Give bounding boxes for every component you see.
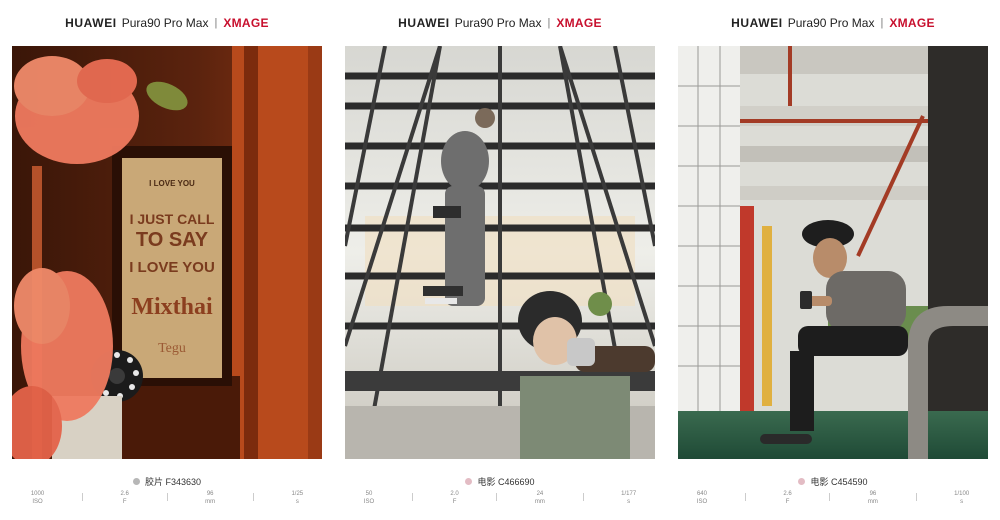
photo-corridor-smoker[interactable] xyxy=(678,46,988,459)
spec-divider xyxy=(829,493,831,501)
spec-unit: ISO xyxy=(32,499,43,505)
model-name: Pura90 Pro Max xyxy=(787,16,875,30)
spec-divider xyxy=(744,493,746,501)
spec-aperture: 2.6 F xyxy=(783,490,791,506)
style-label: 胶片 F343630 xyxy=(144,476,202,487)
model-name: Pura90 Pro Max xyxy=(121,16,209,30)
brand-name: HUAWEI xyxy=(398,16,450,30)
style-caption: 胶片 F343630 xyxy=(12,474,322,488)
spec-aperture: 2.0 F xyxy=(450,490,458,506)
sign-text: Mixthai xyxy=(131,294,213,320)
style-dot-icon xyxy=(465,477,473,485)
spec-value: 96 xyxy=(869,491,877,497)
spec-value: 50 xyxy=(365,491,373,497)
spec-value: 2.0 xyxy=(450,491,459,497)
spec-focal: 96 mm xyxy=(205,490,215,506)
spec-divider xyxy=(81,493,83,501)
photo-stair-climb[interactable] xyxy=(345,46,655,459)
photo-image: I LOVE YOU I JUST CALL TO SAY I LOVE YOU… xyxy=(12,46,322,459)
spec-iso: 640 ISO xyxy=(697,490,707,506)
xmage-logo: XMAGE xyxy=(223,16,269,30)
brand-name: HUAWEI xyxy=(731,16,783,30)
spec-unit: F xyxy=(452,499,457,505)
photo-gallery: HUAWEI Pura90 Pro Max | XMAGE I LOVE YOU… xyxy=(0,0,1000,520)
exif-specs: 50 ISO 2.0 F 24 mm 1/177 s xyxy=(345,490,655,516)
spec-iso: 1000 ISO xyxy=(31,490,44,506)
model-name: Pura90 Pro Max xyxy=(454,16,542,30)
camera-header: HUAWEI Pura90 Pro Max | XMAGE xyxy=(345,14,655,32)
spec-divider xyxy=(411,493,413,501)
sign-text: I LOVE YOU xyxy=(129,259,215,276)
spec-divider xyxy=(252,493,254,501)
camera-header: HUAWEI Pura90 Pro Max | XMAGE xyxy=(12,14,322,32)
sign-text: TO SAY xyxy=(136,229,209,251)
xmage-logo: XMAGE xyxy=(556,16,602,30)
style-dot-icon xyxy=(132,477,140,485)
spec-shutter: 1/25 s xyxy=(291,490,303,506)
spec-shutter: 1/100 s xyxy=(954,490,969,506)
spec-focal: 24 mm xyxy=(535,490,545,506)
sign-text: Tegu xyxy=(158,341,186,356)
spec-value: 2.6 xyxy=(120,491,129,497)
spec-unit: mm xyxy=(867,499,878,505)
spec-unit: s xyxy=(295,499,299,505)
spec-iso: 50 ISO xyxy=(364,490,374,506)
photo-image xyxy=(345,46,655,459)
style-caption: 电影 C454590 xyxy=(678,474,988,488)
spec-focal: 96 mm xyxy=(868,490,878,506)
spec-divider xyxy=(166,493,168,501)
spec-unit: ISO xyxy=(363,499,375,505)
spec-unit: ISO xyxy=(696,499,708,505)
style-dot-icon xyxy=(798,477,806,485)
camera-header: HUAWEI Pura90 Pro Max | XMAGE xyxy=(678,14,988,32)
spec-value: 640 xyxy=(696,491,707,497)
sign-text: I JUST CALL xyxy=(130,211,215,227)
spec-value: 1/25 xyxy=(291,491,304,497)
spec-value: 2.6 xyxy=(783,491,792,497)
spec-divider xyxy=(915,493,917,501)
spec-unit: F xyxy=(122,499,127,505)
style-caption: 电影 C466690 xyxy=(345,474,655,488)
brand-name: HUAWEI xyxy=(65,16,117,30)
spec-value: 1/177 xyxy=(621,491,637,497)
exif-specs: 640 ISO 2.6 F 96 mm 1/100 s xyxy=(678,490,988,516)
spec-value: 24 xyxy=(536,491,544,497)
exif-specs: 1000 ISO 2.6 F 96 mm 1/25 s xyxy=(12,490,322,516)
header-separator: | xyxy=(214,17,218,29)
spec-aperture: 2.6 F xyxy=(121,490,129,506)
sign-text: I LOVE YOU xyxy=(149,179,195,188)
spec-unit: s xyxy=(960,499,964,505)
spec-value: 96 xyxy=(206,491,214,497)
spec-unit: s xyxy=(627,499,631,505)
header-separator: | xyxy=(547,17,551,29)
photo-image xyxy=(678,46,988,459)
style-label: 电影 C466690 xyxy=(477,476,535,487)
spec-unit: mm xyxy=(205,499,216,505)
spec-divider xyxy=(496,493,498,501)
style-label: 电影 C454590 xyxy=(810,476,868,487)
xmage-logo: XMAGE xyxy=(889,16,935,30)
photo-restaurant-sign[interactable]: I LOVE YOU I JUST CALL TO SAY I LOVE YOU… xyxy=(12,46,322,459)
spec-divider xyxy=(582,493,584,501)
spec-unit: mm xyxy=(534,499,545,505)
spec-value: 1/100 xyxy=(954,491,970,497)
photo-card-film[interactable]: HUAWEI Pura90 Pro Max | XMAGE I LOVE YOU… xyxy=(12,0,322,520)
photo-card-movie-a[interactable]: HUAWEI Pura90 Pro Max | XMAGE 电影 C466690… xyxy=(345,0,655,520)
spec-unit: F xyxy=(785,499,790,505)
photo-card-movie-b[interactable]: HUAWEI Pura90 Pro Max | XMAGE 电影 C454590… xyxy=(678,0,988,520)
spec-value: 1000 xyxy=(30,491,45,497)
spec-shutter: 1/177 s xyxy=(621,490,636,506)
header-separator: | xyxy=(880,17,884,29)
